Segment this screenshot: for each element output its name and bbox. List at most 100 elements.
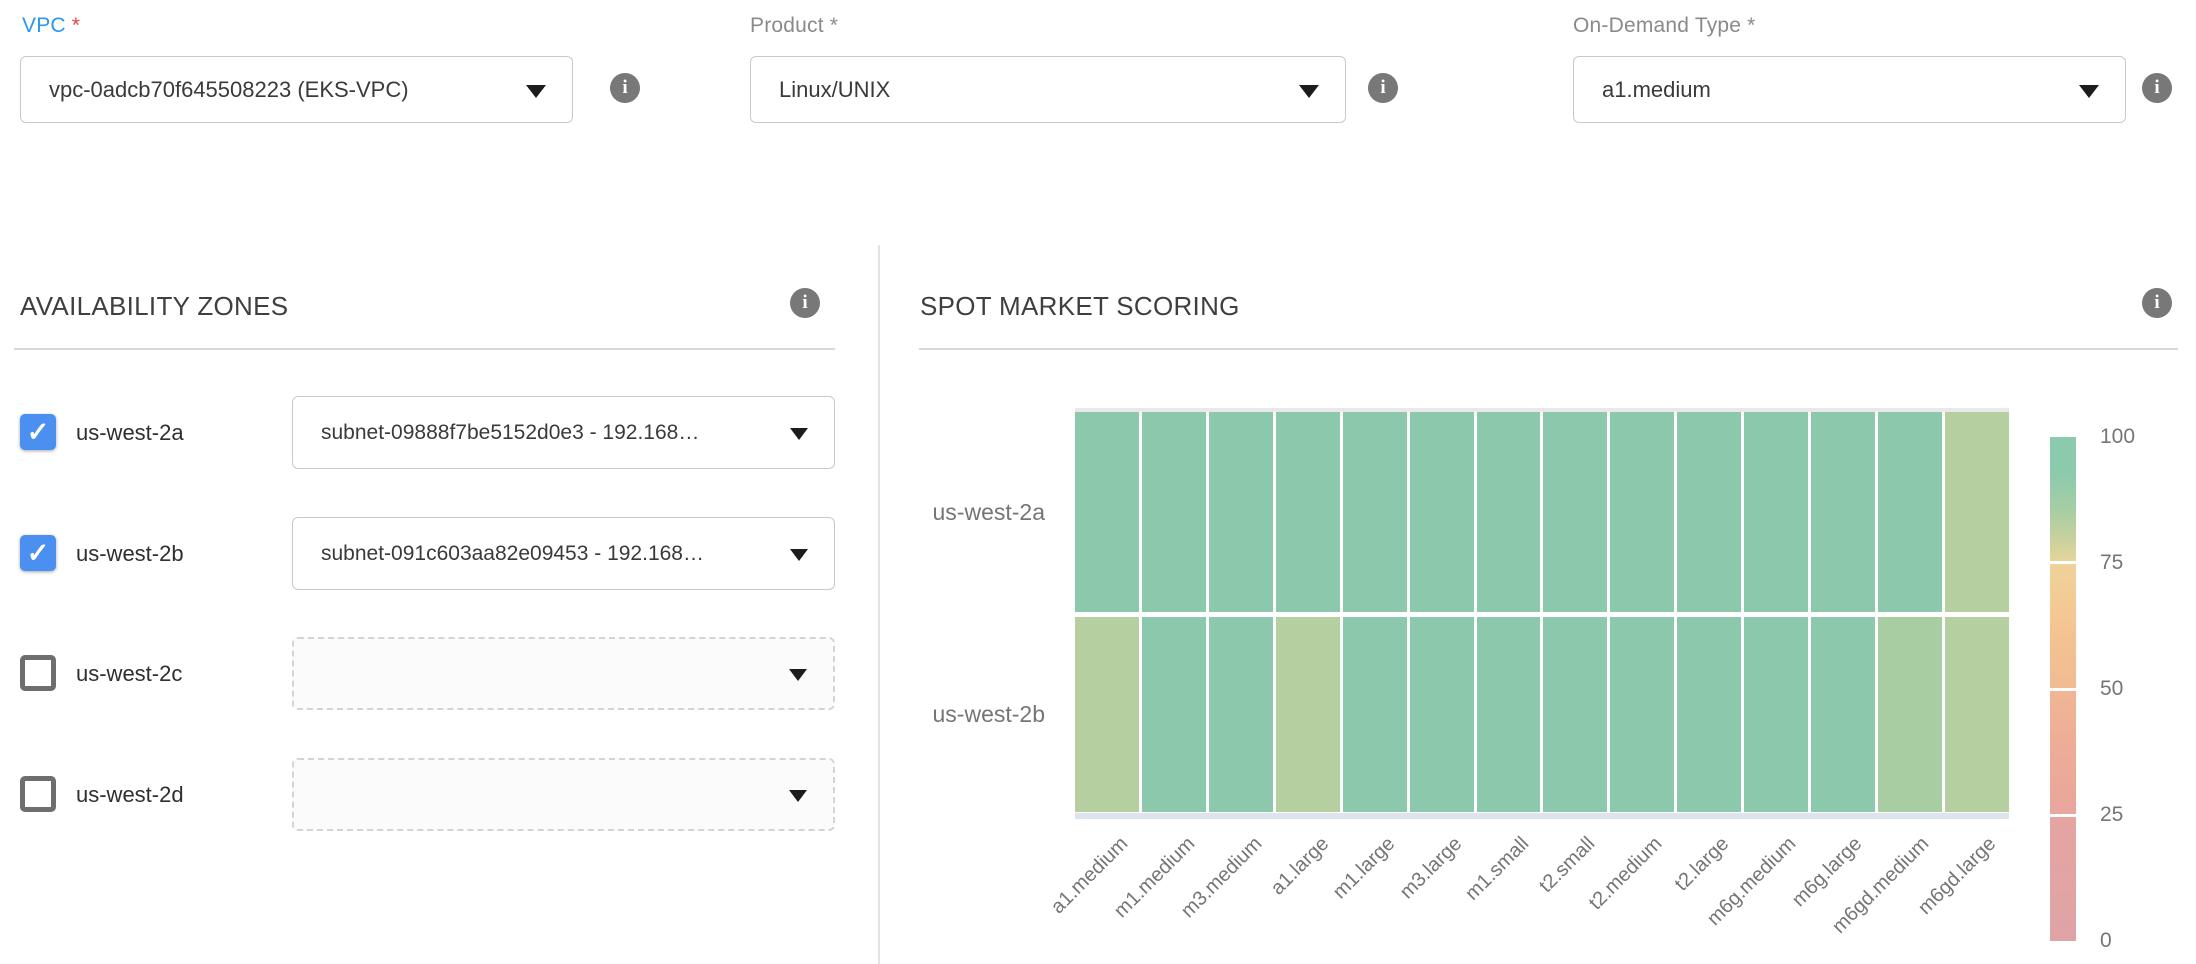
heatmap-col-label: m3.large — [1337, 832, 1467, 962]
heatmap-cell-us-west-2b-m6g.medium[interactable] — [1744, 617, 1808, 812]
heatmap-cell-us-west-2b-m6gd.medium[interactable] — [1878, 617, 1942, 812]
required-asterisk: * — [830, 14, 838, 37]
zone-row: ✓ us-west-2a subnet-09888f7be5152d0e3 - 19… — [14, 396, 836, 469]
heatmap-cell-us-west-2a-t2.medium[interactable] — [1610, 412, 1674, 612]
heatmap-cell-us-west-2a-m3.medium[interactable] — [1209, 412, 1273, 612]
heatmap-cell-us-west-2a-t2.small[interactable] — [1543, 412, 1607, 612]
heatmap-cell-us-west-2a-m3.large[interactable] — [1410, 412, 1474, 612]
availability-zones-info-icon[interactable]: i — [790, 288, 820, 318]
heatmap-cell-us-west-2b-m3.large[interactable] — [1410, 617, 1474, 812]
product-info-icon[interactable]: i — [1368, 73, 1398, 103]
colorbar-tick-label: 25 — [2100, 803, 2123, 827]
zone-label: us-west-2c — [76, 637, 182, 710]
vpc-info-icon[interactable]: i — [610, 73, 640, 103]
zone-label: us-west-2b — [76, 517, 184, 590]
heatmap-cell-us-west-2a-t2.large[interactable] — [1677, 412, 1741, 612]
heatmap-cell-us-west-2a-m6gd.large[interactable] — [1945, 412, 2009, 612]
heatmap-cell-us-west-2b-m3.medium[interactable] — [1209, 617, 1273, 812]
heatmap-cell-us-west-2b-t2.medium[interactable] — [1610, 617, 1674, 812]
subnet-select-us-west-2d — [292, 758, 835, 831]
heatmap-col-label: t2.small — [1470, 832, 1600, 962]
heatmap-row — [1075, 617, 2009, 812]
heatmap-cell-us-west-2a-a1.large[interactable] — [1276, 412, 1340, 612]
section-divider — [919, 348, 2178, 350]
colorbar-tick-label: 75 — [2100, 551, 2123, 575]
heatmap-col-label: m6gd.large — [1871, 832, 2001, 962]
heatmap-cell-us-west-2b-m1.small[interactable] — [1477, 617, 1541, 812]
availability-zones-title: AVAILABILITY ZONES — [20, 291, 288, 322]
colorbar-segment — [2050, 437, 2076, 561]
chevron-down-icon — [790, 428, 808, 440]
heatmap-row — [1075, 412, 2009, 612]
heatmap-col-label: t2.large — [1604, 832, 1734, 962]
chevron-down-icon — [2079, 85, 2099, 98]
heatmap-row-label: us-west-2b — [880, 699, 1045, 729]
required-asterisk: * — [72, 14, 80, 37]
heatmap-cell-us-west-2b-m6gd.large[interactable] — [1945, 617, 2009, 812]
heatmap-col-label: a1.large — [1203, 832, 1333, 962]
on-demand-type-info-icon[interactable]: i — [2142, 73, 2172, 103]
heatmap-col-label: m1.small — [1404, 832, 1534, 962]
heatmap-col-label: m6gd.medium — [1804, 832, 1934, 962]
zone-checkbox-us-west-2c[interactable] — [20, 655, 56, 691]
required-asterisk: * — [1747, 14, 1755, 37]
chevron-down-icon — [789, 669, 807, 681]
colorbar-segment — [2050, 817, 2076, 941]
subnet-value: subnet-091c603aa82e09453 - 192.168… — [321, 542, 704, 566]
subnet-select-us-west-2c — [292, 637, 835, 710]
zone-checkbox-us-west-2d[interactable] — [20, 776, 56, 812]
chevron-down-icon — [1299, 85, 1319, 98]
colorbar-tick-label: 100 — [2100, 425, 2135, 449]
heatmap-cell-us-west-2b-t2.small[interactable] — [1543, 617, 1607, 812]
colorbar-segment — [2050, 564, 2076, 688]
section-divider — [14, 348, 835, 350]
heatmap-col-label: a1.medium — [1003, 832, 1133, 962]
heatmap-cell-us-west-2a-a1.medium[interactable] — [1075, 412, 1139, 612]
heatmap-col-label: m1.large — [1270, 832, 1400, 962]
zone-checkbox-us-west-2b[interactable]: ✓ — [20, 535, 56, 571]
on-demand-type-select[interactable]: a1.medium — [1573, 56, 2126, 123]
chevron-down-icon — [789, 790, 807, 802]
product-label: Product* — [750, 14, 838, 38]
heatmap-col-label: m6g.medium — [1670, 832, 1800, 962]
heatmap-cell-us-west-2a-m6gd.medium[interactable] — [1878, 412, 1942, 612]
vpc-label: VPC* — [22, 14, 80, 38]
heatmap-cell-us-west-2a-m1.large[interactable] — [1343, 412, 1407, 612]
heatmap-cell-us-west-2b-m1.medium[interactable] — [1142, 617, 1206, 812]
heatmap-row-label: us-west-2a — [880, 497, 1045, 527]
zone-row: us-west-2d — [14, 758, 836, 831]
vpc-select[interactable]: vpc-0adcb70f645508223 (EKS-VPC) — [20, 56, 573, 123]
heatmap-col-label: m6g.large — [1737, 832, 1867, 962]
heatmap-cell-us-west-2a-m6g.large[interactable] — [1811, 412, 1875, 612]
subnet-select-us-west-2b[interactable]: subnet-091c603aa82e09453 - 192.168… — [292, 517, 835, 590]
product-select[interactable]: Linux/UNIX — [750, 56, 1346, 123]
colorbar-tick-label: 50 — [2100, 677, 2123, 701]
vertical-divider — [878, 245, 880, 964]
zone-label: us-west-2a — [76, 396, 184, 469]
chevron-down-icon — [526, 85, 546, 98]
heatmap-col-label: m3.medium — [1137, 832, 1267, 962]
heatmap-cell-us-west-2b-t2.large[interactable] — [1677, 617, 1741, 812]
zone-row: ✓ us-west-2b subnet-091c603aa82e09453 - 19… — [14, 517, 836, 590]
zone-checkbox-us-west-2a[interactable]: ✓ — [20, 414, 56, 450]
colorbar-segment — [2050, 691, 2076, 815]
spot-market-scoring-title: SPOT MARKET SCORING — [920, 291, 1240, 322]
heatmap-axis-line — [1075, 813, 2009, 819]
heatmap-cell-us-west-2b-a1.medium[interactable] — [1075, 617, 1139, 812]
chevron-down-icon — [790, 549, 808, 561]
heatmap-cell-us-west-2b-m1.large[interactable] — [1343, 617, 1407, 812]
heatmap-cell-us-west-2a-m6g.medium[interactable] — [1744, 412, 1808, 612]
heatmap-cell-us-west-2b-m6g.large[interactable] — [1811, 617, 1875, 812]
zone-row: us-west-2c — [14, 637, 836, 710]
heatmap-cell-us-west-2a-m1.medium[interactable] — [1142, 412, 1206, 612]
spot-market-heatmap — [1075, 408, 2009, 818]
subnet-select-us-west-2a[interactable]: subnet-09888f7be5152d0e3 - 192.168… — [292, 396, 835, 469]
subnet-value: subnet-09888f7be5152d0e3 - 192.168… — [321, 421, 699, 445]
zone-label: us-west-2d — [76, 758, 184, 831]
on-demand-type-label: On-Demand Type* — [1573, 14, 1756, 38]
spot-market-scoring-info-icon[interactable]: i — [2142, 288, 2172, 318]
heatmap-cell-us-west-2b-a1.large[interactable] — [1276, 617, 1340, 812]
heatmap-cell-us-west-2a-m1.small[interactable] — [1477, 412, 1541, 612]
heatmap-col-label: t2.medium — [1537, 832, 1667, 962]
heatmap-col-label: m1.medium — [1070, 832, 1200, 962]
